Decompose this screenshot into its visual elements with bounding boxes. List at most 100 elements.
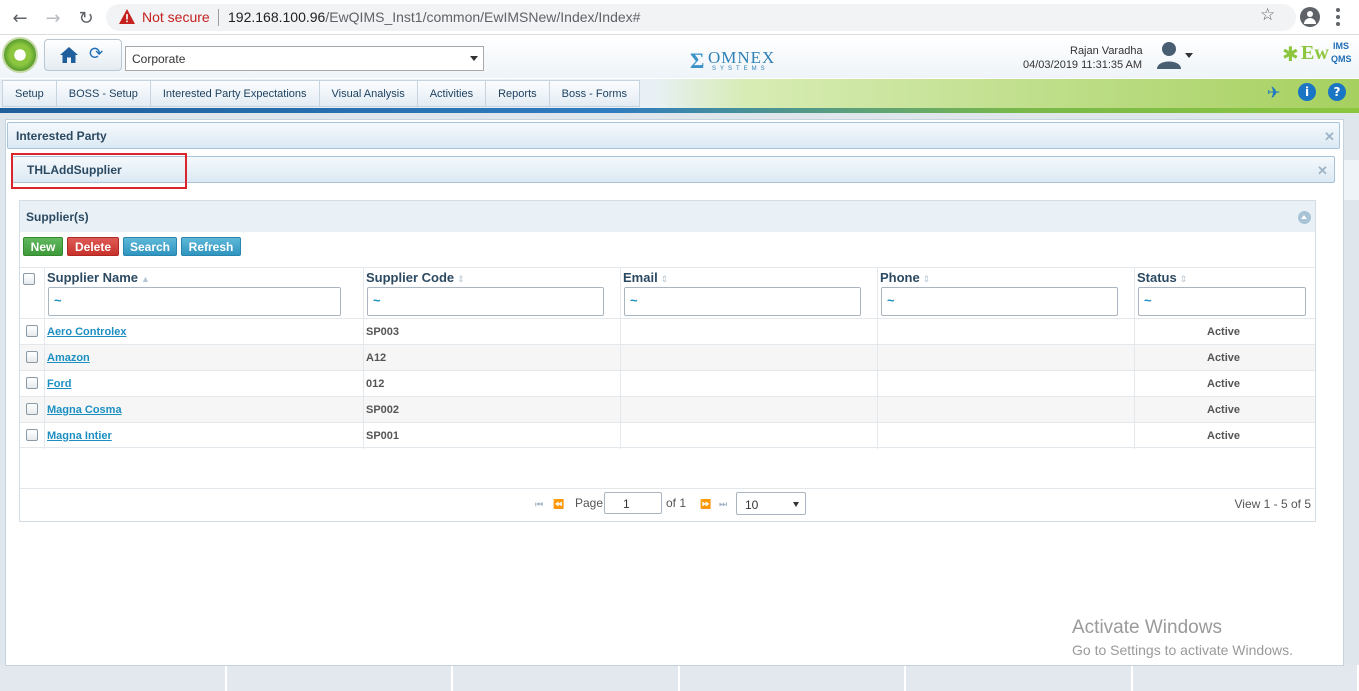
select-all-checkbox[interactable] — [23, 273, 35, 285]
column-separator — [363, 268, 364, 318]
user-menu-caret-icon[interactable] — [1185, 53, 1193, 58]
user-avatar-icon[interactable] — [1156, 40, 1182, 70]
row-checkbox[interactable] — [26, 429, 38, 441]
row-checkbox[interactable] — [26, 325, 38, 337]
supplier-name-link[interactable]: Magna Cosma — [47, 404, 122, 416]
background-strip — [1344, 160, 1359, 200]
app-logo — [2, 37, 38, 73]
search-button[interactable]: Search — [123, 237, 177, 256]
sort-icon: ⇕ — [457, 274, 465, 284]
filter-operator: ~ — [630, 293, 638, 308]
bookmark-star-icon[interactable]: ☆ — [1260, 5, 1275, 25]
reload-icon[interactable]: ↻ — [74, 6, 98, 30]
page-size-select[interactable]: 10 — [736, 492, 806, 515]
info-icon[interactable]: i — [1298, 83, 1316, 101]
cell-separator — [877, 319, 878, 345]
cell-separator — [620, 345, 621, 371]
organization-select-value: Corporate — [132, 52, 186, 66]
supplier-code: 012 — [366, 378, 385, 390]
supplier-name-link[interactable]: Ford — [47, 378, 71, 390]
supplier-code: SP001 — [366, 430, 400, 442]
url-text: 192.168.100.96/EwQIMS_Inst1/common/EwIMS… — [228, 9, 640, 25]
nav-item-boss-setup[interactable]: BOSS - Setup — [57, 81, 151, 106]
supplier-code: SP003 — [366, 326, 400, 338]
next-page-icon[interactable]: ⏩ — [700, 500, 711, 510]
inner-close-icon[interactable]: ✕ — [1317, 163, 1328, 179]
column-separator — [1134, 268, 1135, 318]
sort-icon: ⇕ — [1179, 274, 1188, 284]
close-icon[interactable]: ✕ — [1324, 129, 1335, 145]
supplier-grid: Supplier(s) New Delete Search Refresh Su… — [19, 200, 1316, 522]
page-number-input[interactable]: 1 — [604, 492, 662, 514]
nav-item-activities[interactable]: Activities — [418, 81, 487, 106]
url-path: /EwQIMS_Inst1/common/EwIMSNew/Index/Inde… — [325, 9, 641, 25]
column-header-supplier-code[interactable]: Supplier Code ⇕ — [366, 270, 465, 285]
filter-operator: ~ — [1144, 293, 1152, 308]
refresh-icon[interactable]: ⟳ — [89, 44, 103, 64]
last-page-icon[interactable]: ⏭ — [719, 500, 727, 510]
nav-item-interested-party-expectations[interactable]: Interested Party Expectations — [151, 81, 320, 106]
home-icon[interactable] — [59, 46, 79, 64]
refresh-button[interactable]: Refresh — [181, 237, 241, 256]
ewqims-logo: ✱ Ew IMS QMS — [1282, 40, 1358, 70]
first-page-icon[interactable]: ⏮ — [535, 500, 543, 510]
delete-button[interactable]: Delete — [67, 237, 119, 256]
sort-asc-icon: ▲ — [141, 274, 150, 284]
column-header-label: Supplier Name — [47, 270, 139, 285]
supplier-name-link[interactable]: Amazon — [47, 352, 90, 364]
chevron-down-icon — [470, 56, 478, 61]
supplier-name-link[interactable]: Aero Controlex — [47, 326, 126, 338]
sort-icon: ⇕ — [660, 274, 669, 284]
page-size-value: 10 — [745, 498, 759, 512]
cell-separator — [1134, 345, 1135, 371]
filter-operator: ~ — [54, 293, 62, 308]
cell-separator — [44, 319, 45, 345]
organization-select[interactable]: Corporate — [125, 46, 484, 71]
back-icon[interactable]: ← — [8, 6, 32, 30]
column-header-phone[interactable]: Phone ⇕ — [880, 270, 930, 285]
browser-menu-icon[interactable] — [1336, 8, 1340, 26]
column-header-label: Status — [1137, 270, 1177, 285]
filter-phone-input[interactable]: ~ — [881, 287, 1118, 316]
nav-item-reports[interactable]: Reports — [486, 81, 550, 106]
forward-icon[interactable]: → — [41, 6, 65, 30]
filter-supplier-name-input[interactable]: ~ — [48, 287, 341, 316]
row-checkbox[interactable] — [26, 377, 38, 389]
nav-item-setup[interactable]: Setup — [3, 81, 57, 106]
background-footer-tabs — [0, 665, 1359, 691]
cell-separator — [44, 397, 45, 423]
table-row[interactable]: Ford 012 Active — [20, 370, 1315, 397]
prev-page-icon[interactable]: ⏪ — [553, 500, 564, 510]
pin-icon[interactable]: ✈ — [1267, 83, 1280, 102]
help-icon[interactable]: ? — [1328, 83, 1346, 101]
address-bar[interactable]: Not secure 192.168.100.96/EwQIMS_Inst1/c… — [106, 4, 1296, 31]
table-row[interactable]: Magna Intier SP001 Active — [20, 422, 1315, 449]
filter-email-input[interactable]: ~ — [624, 287, 861, 316]
table-row[interactable]: Amazon A12 Active — [20, 344, 1315, 371]
supplier-status: Active — [1207, 404, 1241, 416]
filter-supplier-code-input[interactable]: ~ — [367, 287, 604, 316]
page-count-label: of 1 — [666, 496, 687, 510]
inner-panel-header: THLAddSupplier ✕ — [12, 156, 1335, 183]
nav-item-boss-forms[interactable]: Boss - Forms — [550, 81, 639, 106]
cell-separator — [877, 397, 878, 423]
omnex-logo-text: OMNEX — [708, 48, 776, 67]
brand-ew-text: Ew — [1301, 42, 1329, 64]
column-header-supplier-name[interactable]: Supplier Name ▲ — [47, 270, 150, 285]
column-header-email[interactable]: Email ⇕ — [623, 270, 668, 285]
omnex-logo-sub: SYSTEMS — [712, 66, 769, 72]
nav-item-visual-analysis[interactable]: Visual Analysis — [320, 81, 418, 106]
collapse-icon[interactable] — [1298, 211, 1311, 224]
table-row[interactable]: Magna Cosma SP002 Active — [20, 396, 1315, 423]
table-row[interactable]: Aero Controlex SP003 Active — [20, 318, 1315, 345]
filter-status-input[interactable]: ~ — [1138, 287, 1306, 316]
highlight-annotation-box — [11, 153, 187, 189]
not-secure-label: Not secure — [142, 9, 210, 25]
new-button[interactable]: New — [23, 237, 63, 256]
profile-icon[interactable] — [1300, 7, 1320, 27]
row-checkbox[interactable] — [26, 403, 38, 415]
row-checkbox[interactable] — [26, 351, 38, 363]
cell-separator — [620, 319, 621, 345]
supplier-name-link[interactable]: Magna Intier — [47, 430, 112, 442]
column-header-status[interactable]: Status ⇕ — [1137, 270, 1187, 285]
